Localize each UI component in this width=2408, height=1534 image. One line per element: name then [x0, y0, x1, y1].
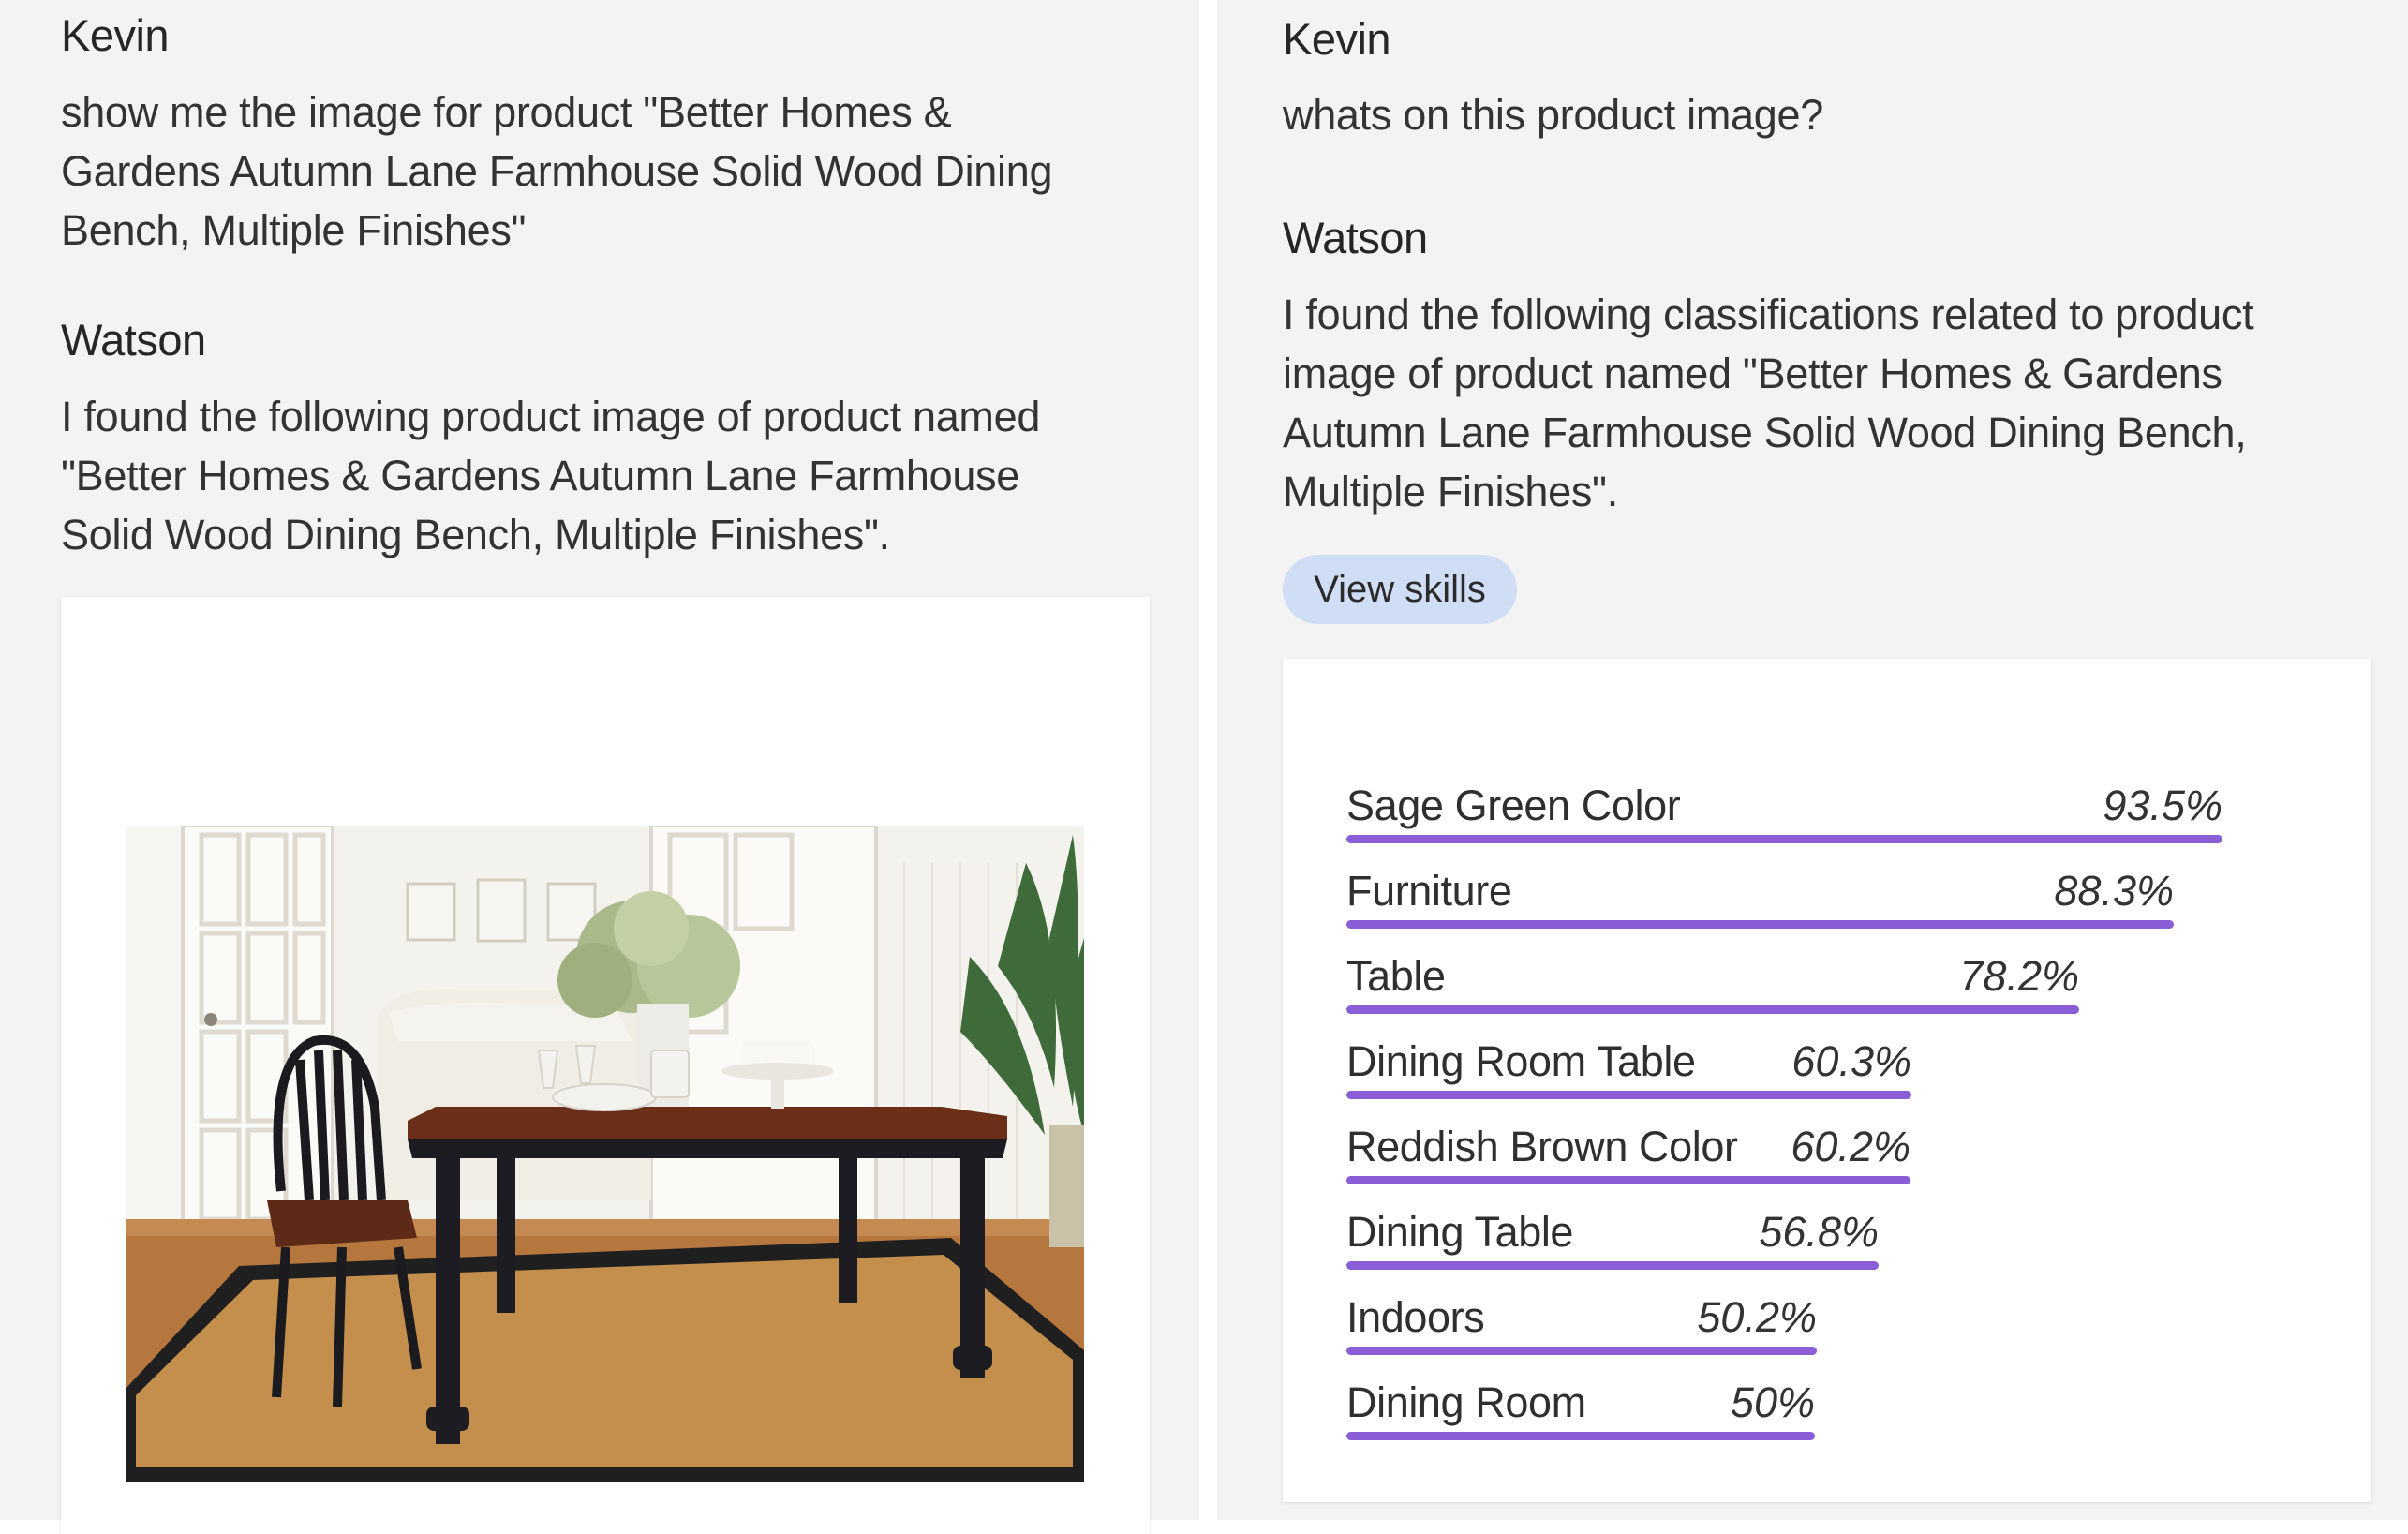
classification-bar	[1346, 1432, 1815, 1440]
user-message-line: Bench, Multiple Finishes"	[61, 206, 527, 254]
bot-message-line: I found the following classifications re…	[1283, 290, 2254, 338]
classification-card: Sage Green Color 93.5% Furniture 88.3% Table…	[1283, 659, 2371, 1502]
classification-bar	[1346, 1347, 1817, 1355]
view-skills-button[interactable]: View skills	[1283, 555, 1517, 624]
classification-bar	[1346, 1261, 1879, 1270]
user-message-line: show me the image for product "Better Ho…	[61, 88, 952, 136]
classification-score: 88.3%	[2054, 867, 2174, 915]
bot-message-line: Solid Wood Dining Bench, Multiple Finish…	[61, 511, 890, 558]
classification-row: Furniture 88.3%	[1346, 854, 2174, 929]
classification-score: 50%	[1730, 1378, 1815, 1426]
classification-label: Dining Room Table	[1346, 1037, 1696, 1085]
classification-row: Dining Room 50%	[1346, 1365, 1815, 1440]
classification-row: Reddish Brown Color 60.2%	[1346, 1110, 1910, 1184]
product-image[interactable]	[126, 826, 1084, 1482]
classification-row: Dining Table 56.8%	[1346, 1195, 1879, 1270]
user-message: show me the image for product "Better Ho…	[61, 82, 1167, 260]
bot-message-line: Multiple Finishes".	[1283, 468, 1618, 515]
classification-label: Dining Table	[1346, 1208, 1574, 1256]
left-chat-panel: Kevin show me the image for product "Bet…	[0, 0, 1199, 1534]
classification-bar	[1346, 1176, 1910, 1184]
classification-bar	[1346, 835, 2222, 843]
bot-message: I found the following product image of p…	[61, 387, 1167, 564]
classification-bar	[1346, 1005, 2079, 1014]
right-chat-panel: Kevin whats on this product image? Watso…	[1217, 0, 2408, 1520]
classification-score: 93.5%	[2103, 782, 2222, 829]
bot-message-line: image of product named "Better Homes & G…	[1283, 350, 2222, 397]
panel-divider	[1199, 0, 1217, 1520]
classification-bar	[1346, 1091, 1911, 1099]
bot-name: Watson	[1283, 213, 1428, 262]
bot-message-line: Autumn Lane Farmhouse Solid Wood Dining …	[1283, 409, 2247, 456]
classification-score: 50.2%	[1697, 1293, 1817, 1341]
classification-score: 78.2%	[1959, 952, 2079, 1000]
classification-label: Dining Room	[1346, 1378, 1586, 1426]
classification-row: Table 78.2%	[1346, 939, 2079, 1014]
classification-score: 60.3%	[1791, 1037, 1911, 1085]
classification-label: Indoors	[1346, 1293, 1485, 1341]
classification-label: Reddish Brown Color	[1346, 1123, 1738, 1170]
classification-score: 56.8%	[1759, 1208, 1879, 1256]
user-name: Kevin	[61, 10, 170, 60]
classification-row: Sage Green Color 93.5%	[1346, 768, 2222, 843]
user-message-line: Gardens Autumn Lane Farmhouse Solid Wood…	[61, 147, 1053, 195]
classification-row: Indoors 50.2%	[1346, 1280, 1817, 1355]
bot-name: Watson	[61, 315, 206, 365]
bot-message: I found the following classifications re…	[1283, 285, 2398, 521]
classification-label: Furniture	[1346, 867, 1512, 915]
user-name: Kevin	[1283, 14, 1391, 64]
classification-row: Dining Room Table 60.3%	[1346, 1024, 1911, 1099]
classification-score: 60.2%	[1791, 1123, 1910, 1170]
classification-label: Sage Green Color	[1346, 782, 1681, 829]
bot-message-line: "Better Homes & Gardens Autumn Lane Farm…	[61, 452, 1019, 499]
classification-label: Table	[1346, 952, 1446, 1000]
bot-message-line: I found the following product image of p…	[61, 393, 1041, 440]
classification-bar	[1346, 920, 2174, 929]
user-message: whats on this product image?	[1283, 91, 1823, 139]
product-image-card	[61, 597, 1150, 1534]
